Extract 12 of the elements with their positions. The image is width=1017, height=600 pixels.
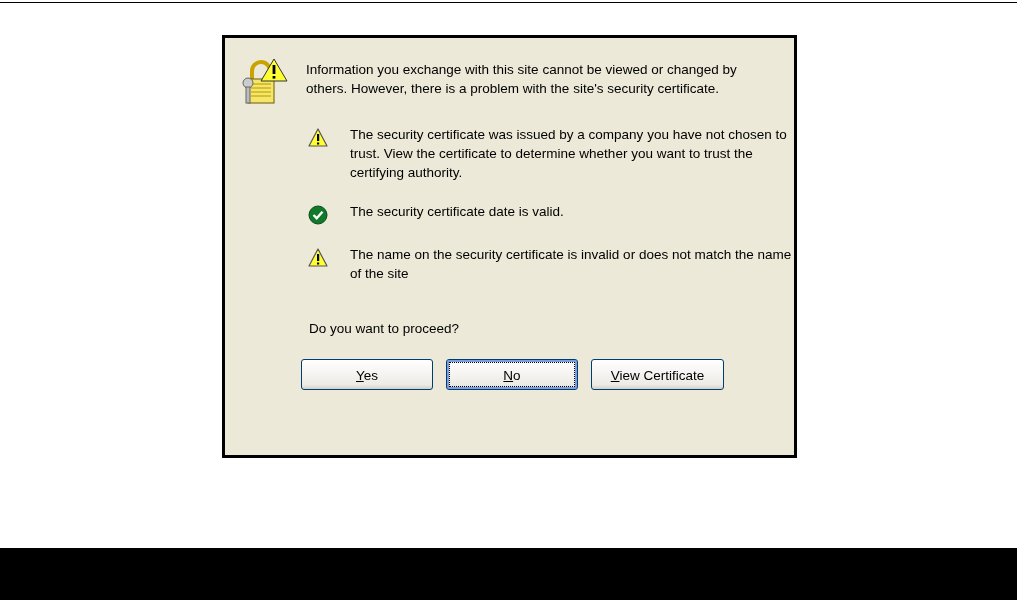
check-icon (308, 205, 328, 225)
status-text: The security certificate date is valid. (350, 203, 565, 221)
status-text: The security certificate was issued by a company you have not chosen to trust. View the certificate to determine whether you want to trust the certifying authority. (350, 126, 788, 182)
dialog-button[interactable]: No (446, 359, 578, 390)
dialog-button[interactable]: Yes (301, 359, 433, 390)
warning-icon (308, 248, 328, 268)
dialog-button[interactable]: View Certificate (591, 359, 724, 390)
lock-warning-icon (240, 57, 288, 105)
message-text: Information you exchange with this site cannot be viewed or changed by others. However, there is a problem with the site's security certificate. (306, 61, 738, 98)
warning-icon (308, 128, 328, 148)
status-text: The name on the security certificate is invalid or does not match the name of the site (350, 246, 793, 283)
question-text: Do you want to proceed? (309, 320, 461, 338)
